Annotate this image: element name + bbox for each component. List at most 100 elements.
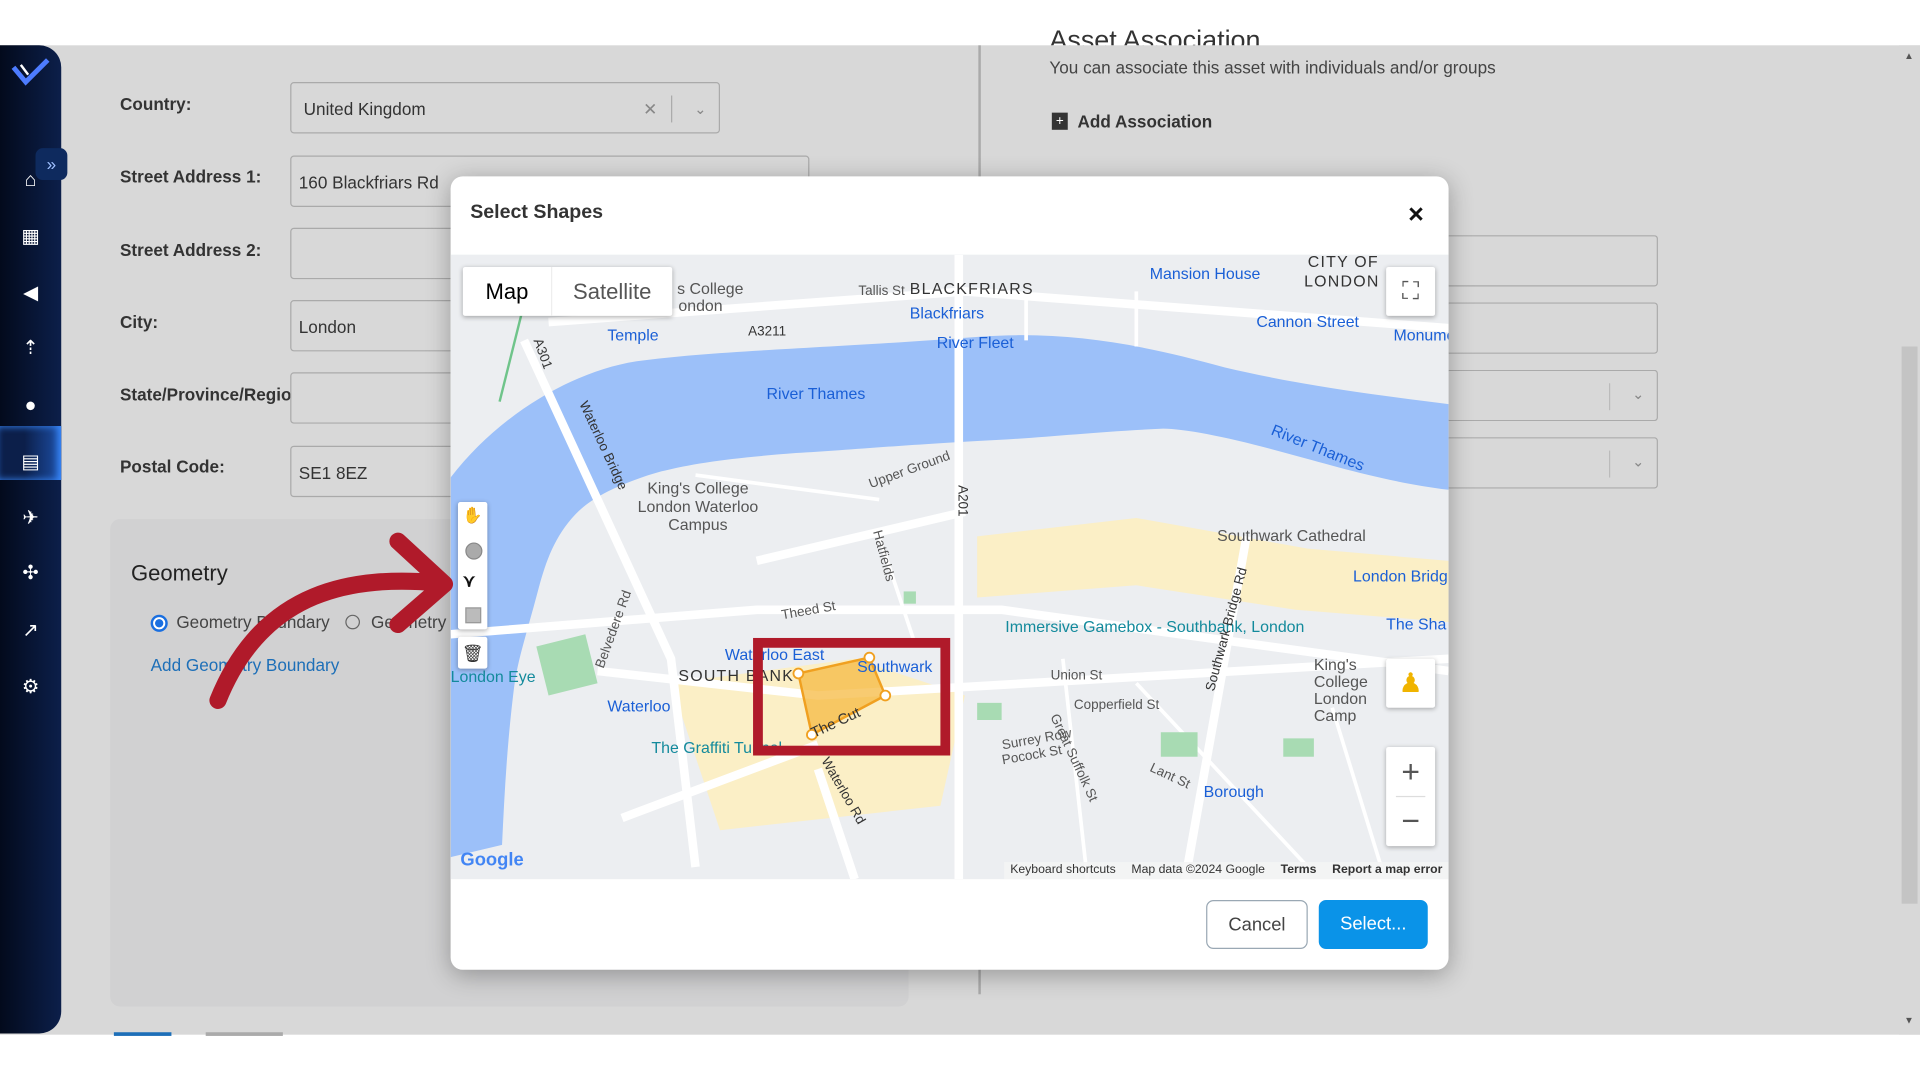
map-label: King's College London Waterloo Campus: [637, 478, 759, 534]
home-icon[interactable]: ⌂: [17, 168, 44, 195]
scrollbar[interactable]: ▲ ▼: [1899, 45, 1920, 1035]
airplane-icon[interactable]: ✈: [17, 506, 44, 533]
geometry-title: Geometry: [131, 560, 228, 586]
association-title: Asset Association: [1049, 24, 1261, 46]
map-label: River Fleet: [936, 333, 1014, 352]
map-label: Waterloo: [607, 696, 671, 716]
map-label: Blackfriars: [909, 303, 985, 323]
street2-label: Street Address 2:: [120, 240, 262, 260]
map-label: Union St: [1050, 668, 1103, 684]
report-map-error-link[interactable]: Report a map error: [1326, 863, 1448, 876]
fullscreen-icon[interactable]: ⛶: [1386, 266, 1436, 316]
bar-chart-icon[interactable]: ▤: [17, 449, 44, 476]
map-label: ondon: [678, 296, 723, 315]
cancel-button[interactable]: Cancel: [1206, 900, 1308, 949]
radio-label-geometry: Geometry: [371, 612, 447, 632]
map-label: A201: [954, 485, 970, 517]
terms-link[interactable]: Terms: [1275, 863, 1323, 876]
scrollbar-thumb[interactable]: [1901, 346, 1918, 904]
right-input-2[interactable]: [1448, 302, 1658, 354]
zoom-control: + −: [1386, 746, 1436, 847]
chevron-down-icon[interactable]: ⌄: [694, 83, 706, 134]
plus-icon[interactable]: +: [1051, 112, 1068, 130]
map-label: Tallis St: [858, 284, 905, 299]
map-label: LONDON: [1304, 271, 1380, 291]
map-label: Mansion House: [1149, 264, 1261, 283]
map-label: BLACKFRIARS: [909, 279, 1034, 298]
radio-geometry[interactable]: [345, 614, 361, 630]
map-label: Southwark: [857, 657, 933, 676]
map-label: London Bridg: [1353, 566, 1448, 586]
select-shapes-modal: Select Shapes × BLACKFRIARS Blackfriars …: [450, 176, 1449, 970]
map-label: Waterloo East: [724, 645, 825, 664]
map-label: Cannon Street: [1256, 312, 1359, 331]
circle-icon[interactable]: [465, 542, 483, 560]
map-type-control: Map Satellite: [462, 266, 673, 316]
map-label: CITY OF: [1307, 254, 1379, 271]
country-value: United Kingdom: [303, 99, 426, 119]
polygon-icon[interactable]: ⋎: [463, 571, 476, 592]
map-data-text: Map data ©2024 Google: [1131, 863, 1265, 877]
drone-icon[interactable]: ✣: [17, 561, 44, 588]
logo-icon: [11, 58, 50, 86]
chevron-down-icon[interactable]: ⌄: [1632, 386, 1644, 403]
map-attribution: Keyboard shortcuts Map data ©2024 Google…: [1004, 862, 1449, 880]
right-select-1[interactable]: ⌄: [1448, 369, 1658, 422]
megaphone-icon[interactable]: ◀: [17, 280, 44, 307]
close-icon[interactable]: ×: [1408, 198, 1424, 230]
zoom-out-button[interactable]: −: [1386, 797, 1435, 846]
clear-icon[interactable]: ✕: [643, 83, 657, 134]
scroll-down-icon[interactable]: ▼: [1904, 1015, 1914, 1026]
screen: » ⌂ ▦ ◀ ⇡ ● ▤ ✈ ✣ ↗ ⚙ Country: United Ki…: [0, 0, 1920, 1080]
map-label: London Eye: [450, 667, 536, 686]
map-label: River Thames: [766, 384, 866, 403]
street-view-pegman-icon[interactable]: ♟: [1386, 658, 1436, 708]
map-label: Temple: [607, 325, 659, 345]
association-subtitle: You can associate this asset with indivi…: [1049, 57, 1496, 78]
right-select-2[interactable]: ⌄: [1448, 437, 1658, 489]
postal-label: Postal Code:: [120, 456, 225, 477]
zoom-in-button[interactable]: +: [1386, 747, 1435, 796]
add-geometry-boundary-link[interactable]: Add Geometry Boundary: [151, 655, 340, 675]
map-label: The Sha: [1386, 614, 1447, 634]
rectangle-icon[interactable]: [465, 607, 482, 624]
radio-geometry-boundary[interactable]: [150, 614, 168, 632]
save-button-edge[interactable]: [113, 1032, 172, 1036]
right-input-1[interactable]: [1448, 235, 1658, 287]
map-label: SOUTH BANK: [678, 666, 795, 685]
tab-satellite[interactable]: Satellite: [552, 267, 672, 316]
keyboard-shortcuts-link[interactable]: Keyboard shortcuts: [1004, 863, 1122, 876]
map-icon[interactable]: ▦: [17, 224, 44, 251]
hand-icon[interactable]: ✋: [463, 506, 483, 526]
add-association-button[interactable]: Add Association: [1078, 111, 1213, 131]
chevron-down-icon[interactable]: ⌄: [1632, 453, 1644, 470]
street1-label: Street Address 1:: [120, 166, 262, 187]
google-logo: Google: [460, 849, 524, 871]
city-label: City:: [120, 312, 159, 332]
tab-map[interactable]: Map: [463, 266, 553, 316]
map-label: Southwark Cathedral: [1217, 526, 1366, 545]
map-label: A3211: [748, 324, 787, 340]
sidebar: » ⌂ ▦ ◀ ⇡ ● ▤ ✈ ✣ ↗ ⚙: [0, 45, 68, 1034]
map-label: Immersive Gamebox - Southbank, London: [1005, 617, 1305, 636]
map-label: Copperfield St: [1073, 697, 1160, 713]
country-label: Country:: [120, 94, 192, 114]
country-select[interactable]: United Kingdom ✕ ⌄: [290, 82, 721, 134]
trash-icon[interactable]: 🗑: [457, 636, 488, 669]
map-label: The Graffiti Tunnel: [651, 738, 783, 757]
settings-icon[interactable]: ⚙: [17, 675, 44, 702]
scroll-up-icon[interactable]: ▲: [1904, 50, 1914, 61]
cancel-button-edge[interactable]: [205, 1032, 283, 1036]
select-button[interactable]: Select...: [1318, 900, 1428, 949]
line-chart-icon[interactable]: ↗: [17, 618, 44, 645]
location-pin-icon[interactable]: ●: [17, 393, 44, 420]
modal-title: Select Shapes: [470, 202, 604, 223]
select-divider: [671, 95, 673, 123]
route-icon[interactable]: ⇡: [17, 336, 44, 363]
map-label: Borough: [1203, 782, 1264, 801]
map-label: s College: [677, 279, 744, 298]
map-label: Monume: [1393, 325, 1448, 345]
map-view[interactable]: BLACKFRIARS Blackfriars Tallis St Mansio…: [450, 254, 1449, 880]
state-label: State/Province/Regio: [120, 384, 292, 405]
drawing-toolbar: ✋ ⋎: [457, 502, 488, 630]
